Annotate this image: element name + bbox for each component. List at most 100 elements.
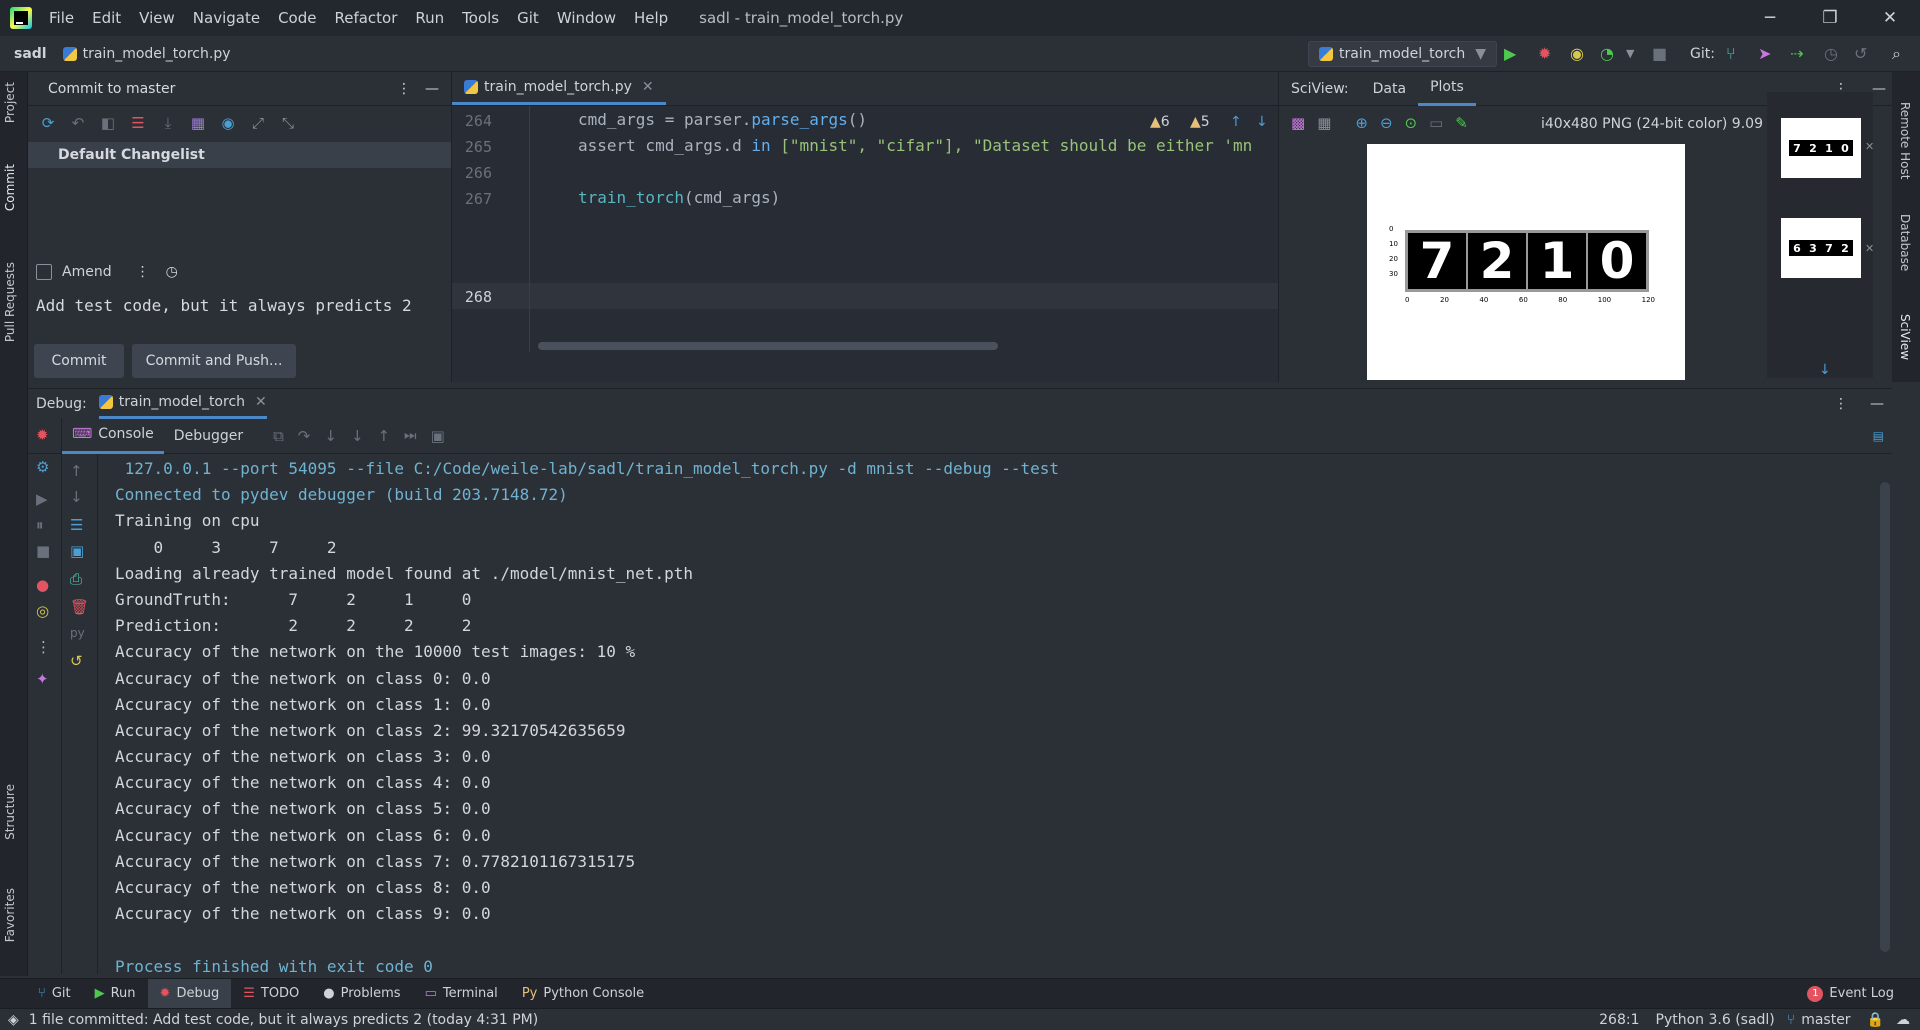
lock-icon[interactable]: 🔒: [1867, 1012, 1884, 1028]
stepping-toolbar-icons[interactable]: ⧉↷↓↓↑⏭▣: [273, 427, 459, 445]
menu-code[interactable]: Code: [269, 0, 325, 36]
minimize-icon[interactable]: ─: [1740, 0, 1800, 36]
menu-git[interactable]: Git: [508, 0, 548, 36]
expand-all-icon[interactable]: ⤢: [248, 113, 268, 133]
shelve-icon[interactable]: ☰: [128, 113, 148, 133]
settings-gear-icon[interactable]: ⚙: [36, 458, 49, 476]
plot-thumbnail[interactable]: 6372: [1781, 218, 1861, 278]
tool-tab-pull-requests[interactable]: Pull Requests: [3, 262, 17, 342]
run-config-select[interactable]: train_model_torch ▼: [1308, 41, 1498, 67]
refresh-icon[interactable]: ⟳: [38, 113, 58, 133]
tool-tab-project[interactable]: Project: [3, 82, 17, 123]
mute-breakpoints-icon[interactable]: ◎: [36, 602, 49, 620]
tool-button-event-log[interactable]: 1 Event Log: [1795, 979, 1906, 1009]
run-icon[interactable]: ▶: [1504, 44, 1516, 64]
menu-run[interactable]: Run: [406, 0, 453, 36]
close-thumb-icon[interactable]: ✕: [1865, 242, 1874, 255]
horizontal-scrollbar[interactable]: [538, 342, 998, 350]
caret-position[interactable]: 268:1: [1599, 1012, 1639, 1028]
stop-icon[interactable]: ■: [36, 542, 50, 560]
coverage-icon[interactable]: ◉: [1570, 44, 1584, 64]
next-highlight-icon[interactable]: ↓: [1256, 114, 1268, 130]
rollback-icon[interactable]: ↶: [68, 113, 88, 133]
grid-icon[interactable]: ▦: [1317, 114, 1331, 132]
git-update-icon[interactable]: ⑂: [1726, 44, 1736, 64]
git-commit-icon[interactable]: ➤: [1758, 44, 1771, 64]
menu-view[interactable]: View: [130, 0, 184, 36]
search-icon[interactable]: ⌕: [1892, 44, 1901, 64]
pause-icon[interactable]: ⏸: [36, 516, 44, 534]
pin-icon[interactable]: ✦: [36, 670, 49, 688]
debug-bug-icon[interactable]: ✹: [36, 426, 49, 444]
tool-tab-favorites[interactable]: Favorites: [3, 888, 17, 942]
weak-warning-count[interactable]: ▲5: [1190, 114, 1210, 130]
commit-and-push-button[interactable]: Commit and Push...: [132, 344, 296, 378]
tool-tab-sciview[interactable]: SciView: [1898, 314, 1912, 360]
more-options-icon[interactable]: ⋮: [136, 264, 150, 280]
group-by-icon[interactable]: ▦: [188, 113, 208, 133]
close-icon[interactable]: ✕: [1860, 0, 1920, 36]
tab-console[interactable]: ⌨ Console: [62, 418, 164, 454]
menu-navigate[interactable]: Navigate: [184, 0, 269, 36]
eye-icon[interactable]: ◉: [218, 113, 238, 133]
tool-button-git[interactable]: ⑂ Git: [26, 979, 83, 1009]
tool-button-python-console[interactable]: Py Python Console: [510, 979, 656, 1009]
clear-icon[interactable]: 🗑: [70, 598, 89, 616]
history-icon[interactable]: ↺: [70, 652, 83, 670]
collapse-all-icon[interactable]: ⤡: [278, 113, 298, 133]
soft-wrap-icon[interactable]: ☰: [70, 516, 83, 534]
menu-file[interactable]: File: [40, 0, 83, 36]
editor-tab-train-model-torch[interactable]: train_model_torch.py ✕: [452, 71, 666, 105]
profile-icon[interactable]: ◔: [1600, 44, 1614, 64]
console-scrollbar[interactable]: [1880, 482, 1890, 952]
download-icon[interactable]: ⤓: [158, 113, 178, 133]
zoom-out-icon[interactable]: ⊖: [1380, 114, 1393, 132]
layers-icon[interactable]: ◈: [8, 1012, 19, 1028]
tool-button-todo[interactable]: ☰ TODO: [231, 979, 311, 1009]
breadcrumb-project[interactable]: sadl: [14, 46, 47, 62]
code-line[interactable]: train_torch(cmd_args): [578, 188, 780, 207]
options-icon[interactable]: ⋮: [1834, 396, 1848, 412]
amend-checkbox[interactable]: [36, 264, 52, 280]
breadcrumb-file[interactable]: train_model_torch.py: [62, 46, 230, 62]
minimize-panel-icon[interactable]: —: [1870, 396, 1884, 412]
tool-tab-remote-host[interactable]: Remote Host: [1898, 102, 1912, 179]
code-line[interactable]: assert cmd_args.d in ["mnist", "cifar"],…: [578, 136, 1252, 155]
debug-bug-icon[interactable]: ✹: [1538, 44, 1551, 64]
options-icon[interactable]: ⋮: [397, 81, 411, 97]
clock-icon[interactable]: ◷: [166, 264, 178, 280]
menu-help[interactable]: Help: [625, 0, 677, 36]
minimize-panel-icon[interactable]: —: [425, 81, 439, 97]
menu-edit[interactable]: Edit: [83, 0, 130, 36]
layout-icon[interactable]: ▤: [1873, 429, 1884, 443]
actual-size-icon[interactable]: ⊙: [1405, 114, 1418, 132]
tool-button-run[interactable]: ▶ Run: [83, 979, 148, 1009]
close-thumb-icon[interactable]: ✕: [1865, 140, 1874, 153]
plot-thumbnail[interactable]: 7210: [1781, 118, 1861, 178]
more-run-chevron-icon[interactable]: ▼: [1626, 44, 1634, 64]
tool-tab-structure[interactable]: Structure: [3, 784, 17, 840]
prev-highlight-icon[interactable]: ↑: [1230, 114, 1242, 130]
tab-data[interactable]: Data: [1361, 81, 1418, 97]
scroll-to-end-icon[interactable]: ▣: [70, 542, 84, 560]
color-picker-icon[interactable]: ✎: [1455, 114, 1468, 132]
history-icon[interactable]: ◷: [1824, 44, 1838, 64]
menu-window[interactable]: Window: [548, 0, 625, 36]
tool-tab-database[interactable]: Database: [1898, 214, 1912, 271]
fit-icon[interactable]: ▭: [1429, 114, 1443, 132]
debug-session-tab[interactable]: train_model_torch ✕: [98, 389, 267, 419]
zoom-in-icon[interactable]: ⊕: [1355, 114, 1368, 132]
resume-icon[interactable]: ▶: [36, 490, 48, 508]
warning-count[interactable]: ▲6: [1150, 114, 1170, 130]
commit-message-input[interactable]: Add test code, but it always predicts 2: [36, 296, 412, 315]
interpreter[interactable]: Python 3.6 (sadl): [1656, 1012, 1775, 1028]
menu-tools[interactable]: Tools: [453, 0, 508, 36]
print-icon[interactable]: ⎙: [70, 570, 82, 588]
commit-button[interactable]: Commit: [34, 344, 124, 378]
code-line[interactable]: cmd_args = parser.parse_args(): [578, 110, 867, 129]
breakpoints-icon[interactable]: ●: [36, 576, 49, 594]
menu-refactor[interactable]: Refactor: [325, 0, 406, 36]
status-message[interactable]: 1 file committed: Add test code, but it …: [29, 1012, 538, 1028]
more-icon[interactable]: ⋮: [36, 638, 51, 656]
git-branch[interactable]: master: [1801, 1012, 1850, 1028]
